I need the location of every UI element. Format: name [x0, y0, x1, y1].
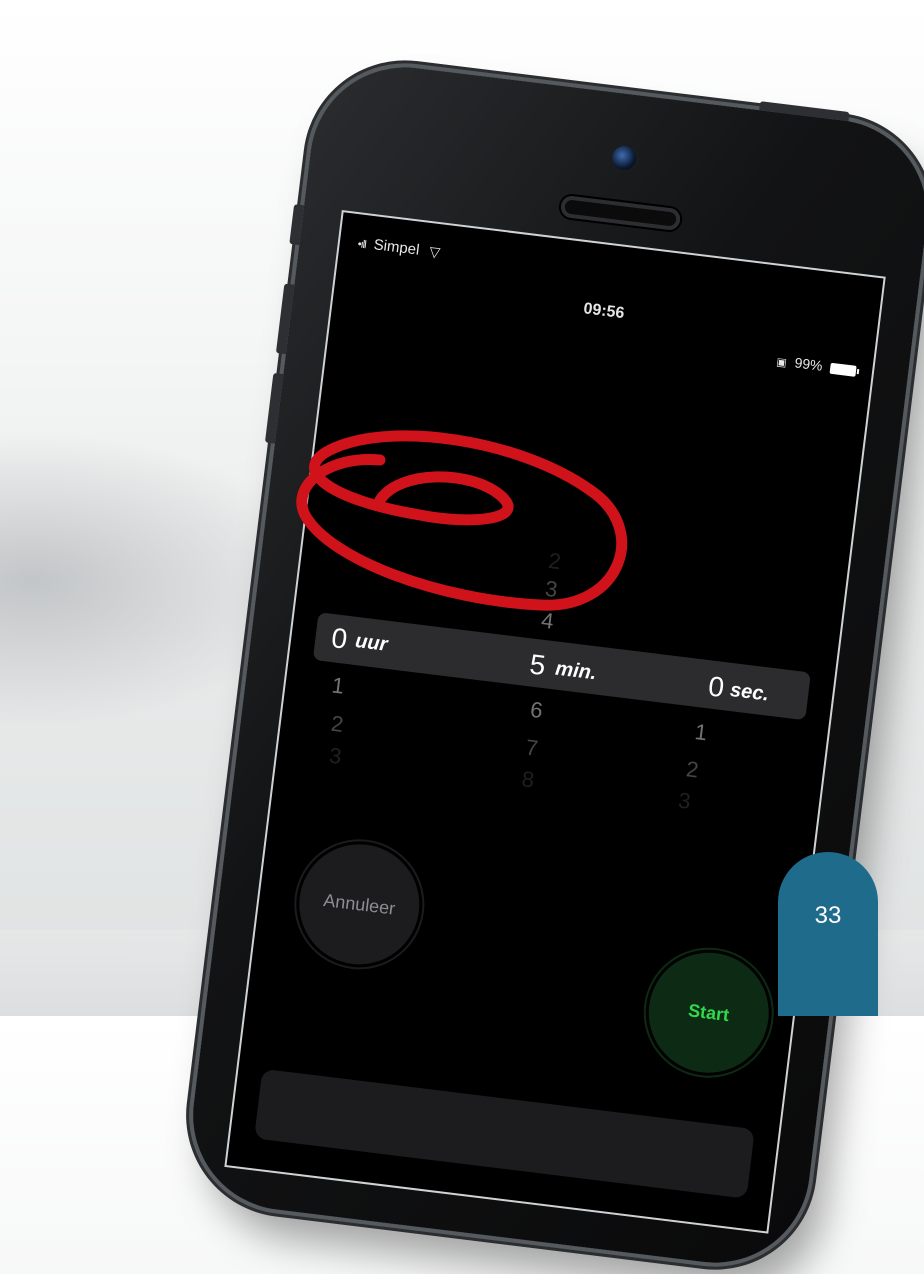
hours-option[interactable]: 2: [330, 711, 345, 738]
minutes-option[interactable]: 6: [529, 697, 544, 724]
hours-unit: uur: [354, 629, 389, 656]
wifi-icon: ▽: [428, 243, 442, 261]
page-number-badge: 33: [778, 852, 878, 1016]
timer-picker[interactable]: 0 uur 1 2 3 2 3 4 5 min. 6 7 8 0 sec. 1 …: [268, 510, 847, 894]
carrier-indicator: •ıll Simpel ▽: [357, 234, 441, 261]
page-number: 33: [814, 902, 842, 929]
sound-selection-bar[interactable]: [254, 1068, 755, 1199]
battery-percent: 99%: [793, 354, 824, 374]
seconds-unit: sec.: [728, 679, 771, 706]
phone: •ıll Simpel ▽ 09:56 ▣ 99% 0 uur 1 2 3 2: [182, 56, 924, 1274]
minutes-option[interactable]: 4: [540, 607, 555, 634]
start-button[interactable]: Start: [641, 945, 776, 1080]
seconds-option[interactable]: 3: [677, 788, 692, 815]
seconds-selected[interactable]: 0: [707, 670, 726, 704]
minutes-option[interactable]: 3: [544, 576, 559, 603]
battery-indicator: ▣ 99%: [776, 352, 858, 378]
minutes-option[interactable]: 8: [520, 766, 535, 793]
hours-wheel[interactable]: 0 uur 1 2 3: [308, 515, 496, 851]
carrier-name: Simpel: [372, 236, 421, 259]
battery-icon: [829, 362, 857, 377]
minutes-selected[interactable]: 5: [528, 648, 547, 682]
hours-selected[interactable]: 0: [330, 622, 349, 656]
minutes-unit: min.: [554, 657, 598, 685]
hours-option[interactable]: 1: [330, 672, 345, 699]
hours-option[interactable]: 3: [328, 743, 343, 770]
phone-screen: •ıll Simpel ▽ 09:56 ▣ 99% 0 uur 1 2 3 2: [224, 210, 886, 1234]
minutes-option[interactable]: 2: [547, 548, 562, 575]
status-time: 09:56: [582, 300, 626, 323]
minutes-wheel[interactable]: 2 3 4 5 min. 6 7 8: [467, 534, 655, 870]
signal-bars-icon: •ıll: [357, 238, 367, 252]
minutes-option[interactable]: 7: [524, 735, 539, 762]
cancel-button[interactable]: Annuleer: [292, 837, 427, 972]
seconds-option[interactable]: 2: [685, 756, 700, 783]
alarm-icon: ▣: [775, 356, 788, 370]
seconds-wheel[interactable]: 0 sec. 1 2 3: [635, 555, 823, 891]
seconds-option[interactable]: 1: [693, 719, 708, 746]
